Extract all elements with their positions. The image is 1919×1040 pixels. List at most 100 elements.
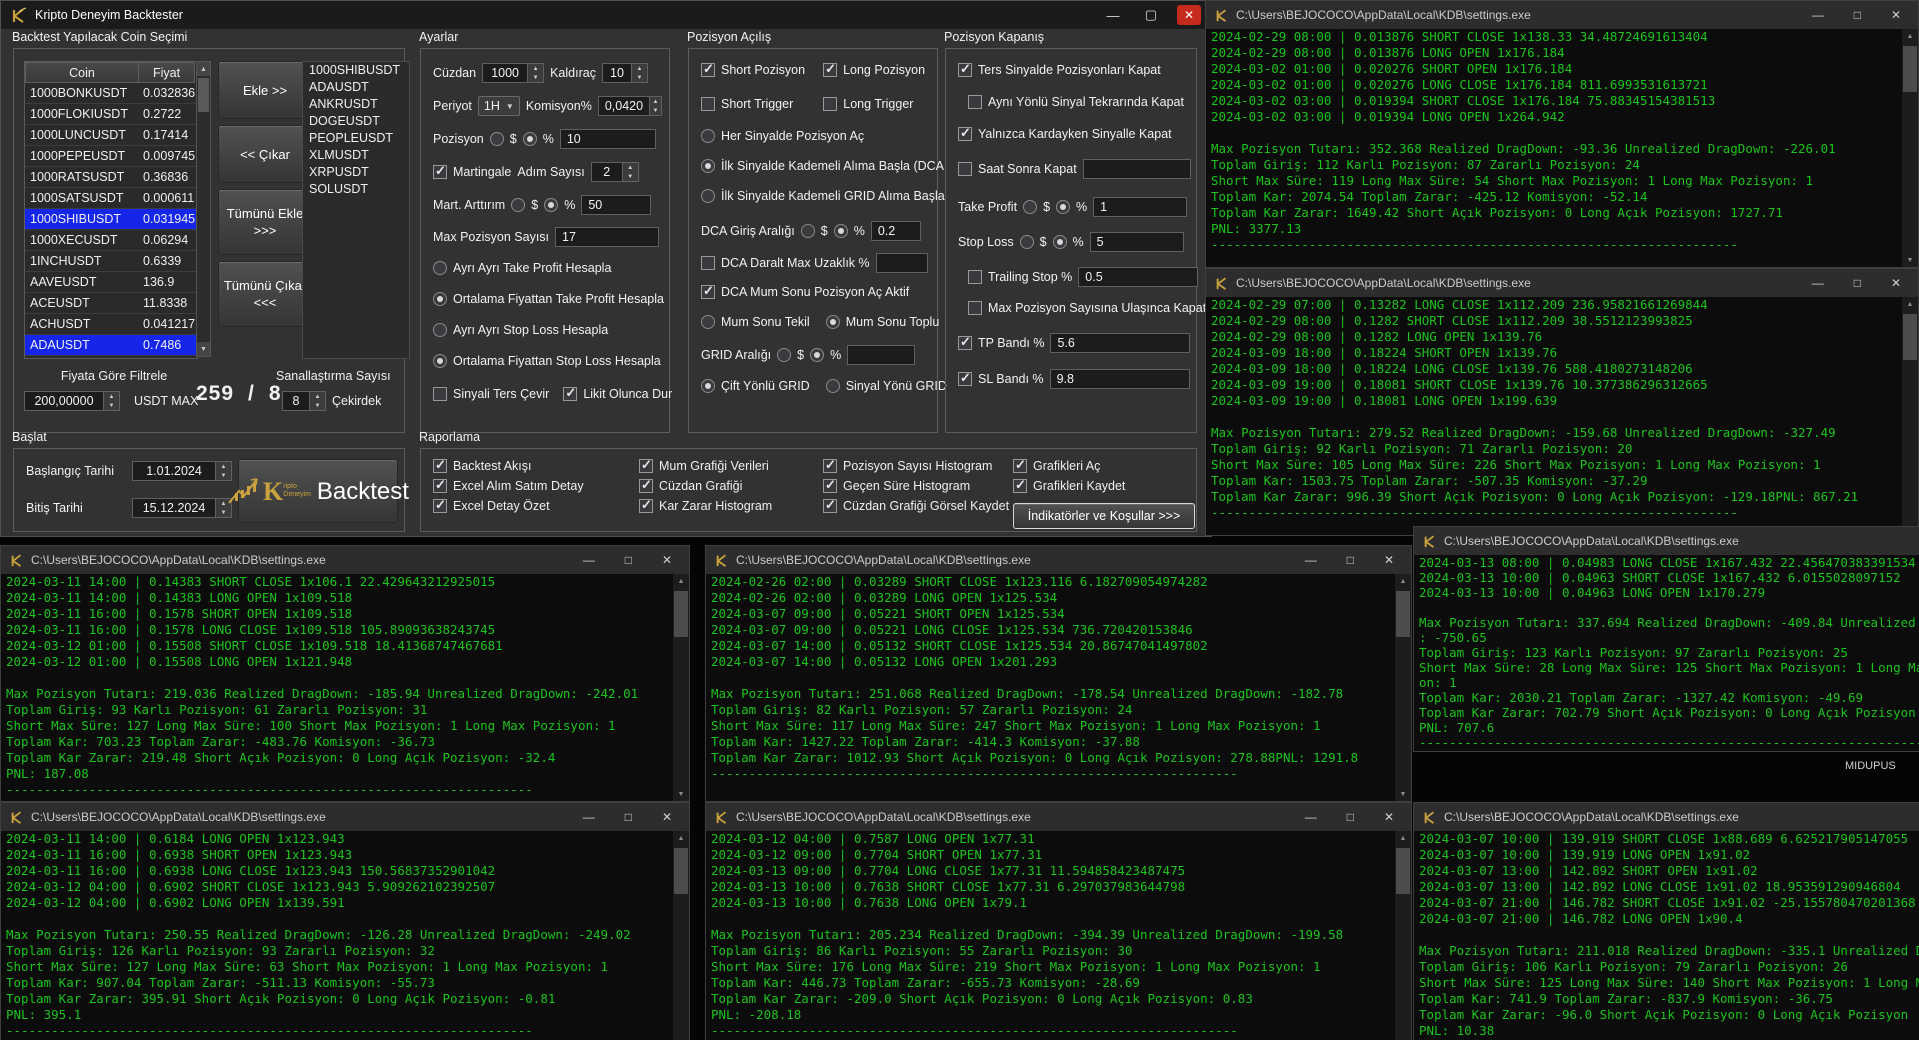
- stop-loss-field[interactable]: 5: [1090, 232, 1184, 252]
- close-icon[interactable]: ✕: [1384, 553, 1394, 567]
- close-icon[interactable]: ✕: [1891, 276, 1901, 290]
- table-row[interactable]: 1000BONKUSDT0.032836: [25, 83, 197, 104]
- scroll-up-icon[interactable]: ▲: [197, 62, 210, 76]
- period-dropdown[interactable]: 1H▼: [478, 96, 520, 116]
- minimize-icon[interactable]: —: [1101, 5, 1125, 25]
- tp-average-radio[interactable]: [433, 292, 447, 306]
- tp-band-checkbox[interactable]: [958, 336, 972, 350]
- scroll-down-icon[interactable]: ▼: [197, 342, 210, 356]
- table-row[interactable]: 1000SATSUSDT0.0006115: [25, 188, 197, 209]
- table-row[interactable]: ADAUSDT0.7486: [25, 335, 197, 356]
- tp-each-radio[interactable]: [433, 261, 447, 275]
- dca-narrow-field[interactable]: [876, 253, 928, 273]
- minimize-icon[interactable]: —: [1812, 276, 1824, 290]
- maximize-icon[interactable]: □: [1854, 8, 1861, 22]
- close-icon[interactable]: ✕: [1384, 810, 1394, 824]
- close-icon[interactable]: ✕: [662, 810, 672, 824]
- short-position-checkbox[interactable]: [701, 63, 715, 77]
- table-row[interactable]: 1000PEPEUSDT0.0097457: [25, 146, 197, 167]
- scrollbar[interactable]: ▲▼: [1395, 574, 1411, 801]
- minimize-icon[interactable]: —: [583, 553, 595, 567]
- scrollbar-thumb[interactable]: [198, 78, 209, 112]
- martingale-checkbox[interactable]: [433, 165, 447, 179]
- remove-button[interactable]: << Çıkar: [218, 125, 312, 183]
- titlebar[interactable]: C:\Users\BEJOCOCO\AppData\Local\KDB\sett…: [1, 803, 689, 831]
- list-item[interactable]: PEOPLEUSDT: [303, 130, 409, 147]
- mart-increase-field[interactable]: 50: [581, 195, 651, 215]
- step-count-spinner[interactable]: 2▲▼: [591, 162, 639, 182]
- take-profit-field[interactable]: 1: [1093, 197, 1187, 217]
- scrollbar[interactable]: ▲▼: [673, 831, 689, 1040]
- close-after-hours-field[interactable]: [1083, 159, 1191, 179]
- grid-interval-field[interactable]: [847, 345, 915, 365]
- titlebar[interactable]: C:\Users\BEJOCOCO\AppData\Local\KDB\sett…: [1414, 527, 1919, 555]
- coin-column-header[interactable]: Coin: [25, 62, 139, 83]
- maximize-icon[interactable]: ▢: [1139, 5, 1163, 25]
- close-icon[interactable]: ✕: [1891, 8, 1901, 22]
- end-date-spinner[interactable]: 15.12.2024 ▲▼: [132, 498, 232, 518]
- sl-each-radio[interactable]: [433, 323, 447, 337]
- table-row[interactable]: ACHUSDT0.041217: [25, 314, 197, 335]
- list-item[interactable]: XLMUSDT: [303, 147, 409, 164]
- trailing-stop-field[interactable]: 0.5: [1078, 267, 1198, 287]
- price-column-header[interactable]: Fiyat: [139, 62, 195, 83]
- sl-pct-radio[interactable]: [1053, 235, 1067, 249]
- dca-entry-field[interactable]: 0.2: [871, 221, 921, 241]
- open-every-signal-radio[interactable]: [701, 129, 715, 143]
- price-filter-spinner[interactable]: 200,00000 ▲▼: [24, 391, 120, 411]
- list-item[interactable]: 1000SHIBUSDT: [303, 62, 409, 79]
- long-position-checkbox[interactable]: [823, 63, 837, 77]
- close-icon[interactable]: ✕: [662, 553, 672, 567]
- table-row[interactable]: 1000SHIBUSDT0.031945: [25, 209, 197, 230]
- titlebar[interactable]: C:\Users\BEJOCOCO\AppData\Local\KDB\sett…: [1414, 803, 1919, 831]
- table-row[interactable]: 1000RATSUSDT0.36836: [25, 167, 197, 188]
- close-only-profit-checkbox[interactable]: [958, 127, 972, 141]
- titlebar[interactable]: C:\Users\BEJOCOCO\AppData\Local\KDB\sett…: [1206, 269, 1918, 297]
- table-row[interactable]: 1000FLOKIUSDT0.2722: [25, 104, 197, 125]
- minimize-icon[interactable]: —: [1305, 810, 1317, 824]
- list-item[interactable]: SOLUSDT: [303, 181, 409, 198]
- candle-single-radio[interactable]: [701, 315, 715, 329]
- report-checkbox[interactable]: [823, 459, 837, 473]
- maximize-icon[interactable]: □: [625, 810, 632, 824]
- dca-narrow-checkbox[interactable]: [701, 256, 715, 270]
- tp-pct-radio[interactable]: [1056, 200, 1070, 214]
- maximize-icon[interactable]: □: [1347, 553, 1354, 567]
- table-row[interactable]: AEVOUSDT3.03: [25, 356, 197, 359]
- titlebar[interactable]: C:\Users\BEJOCOCO\AppData\Local\KDB\sett…: [706, 546, 1411, 574]
- dca-start-radio[interactable]: [701, 159, 715, 173]
- scrollbar[interactable]: ▲▼: [1902, 29, 1918, 267]
- titlebar[interactable]: C:\Users\BEJOCOCO\AppData\Local\KDB\sett…: [1, 546, 689, 574]
- position-pct-radio[interactable]: [523, 132, 537, 146]
- mart-usd-radio[interactable]: [511, 198, 525, 212]
- report-checkbox[interactable]: [823, 479, 837, 493]
- table-scrollbar[interactable]: ▲ ▼: [196, 61, 211, 357]
- add-button[interactable]: Ekle >>: [218, 61, 312, 119]
- desktop-icon-label[interactable]: MIDUPUS: [1845, 760, 1896, 772]
- stop-on-liquidation-checkbox[interactable]: [563, 387, 577, 401]
- maximize-icon[interactable]: □: [625, 553, 632, 567]
- list-item[interactable]: DOGEUSDT: [303, 113, 409, 130]
- invert-signal-checkbox[interactable]: [433, 387, 447, 401]
- scrollbar[interactable]: ▲▼: [673, 574, 689, 801]
- sl-band-field[interactable]: 9.8: [1050, 369, 1190, 389]
- report-checkbox[interactable]: [639, 479, 653, 493]
- table-row[interactable]: 1000LUNCUSDT0.17414: [25, 125, 197, 146]
- candle-bulk-radio[interactable]: [826, 315, 840, 329]
- sl-band-checkbox[interactable]: [958, 372, 972, 386]
- titlebar[interactable]: Kripto Deneyim Backtester — ▢ ✕: [1, 1, 1211, 29]
- grid-pct-radio[interactable]: [810, 348, 824, 362]
- minimize-icon[interactable]: —: [583, 810, 595, 824]
- commission-spinner[interactable]: 0,0420▲▼: [598, 96, 662, 116]
- list-item[interactable]: XRPUSDT: [303, 164, 409, 181]
- grid-signal-radio[interactable]: [826, 379, 840, 393]
- position-usd-radio[interactable]: [490, 132, 504, 146]
- mart-pct-radio[interactable]: [544, 198, 558, 212]
- tp-band-field[interactable]: 5.6: [1050, 333, 1190, 353]
- report-checkbox[interactable]: [639, 459, 653, 473]
- backtest-button[interactable]: K riptoDeneyim Backtest: [238, 459, 398, 523]
- table-row[interactable]: 1INCHUSDT0.6339: [25, 251, 197, 272]
- grid-both-radio[interactable]: [701, 379, 715, 393]
- minimize-icon[interactable]: —: [1305, 553, 1317, 567]
- grid-usd-radio[interactable]: [777, 348, 791, 362]
